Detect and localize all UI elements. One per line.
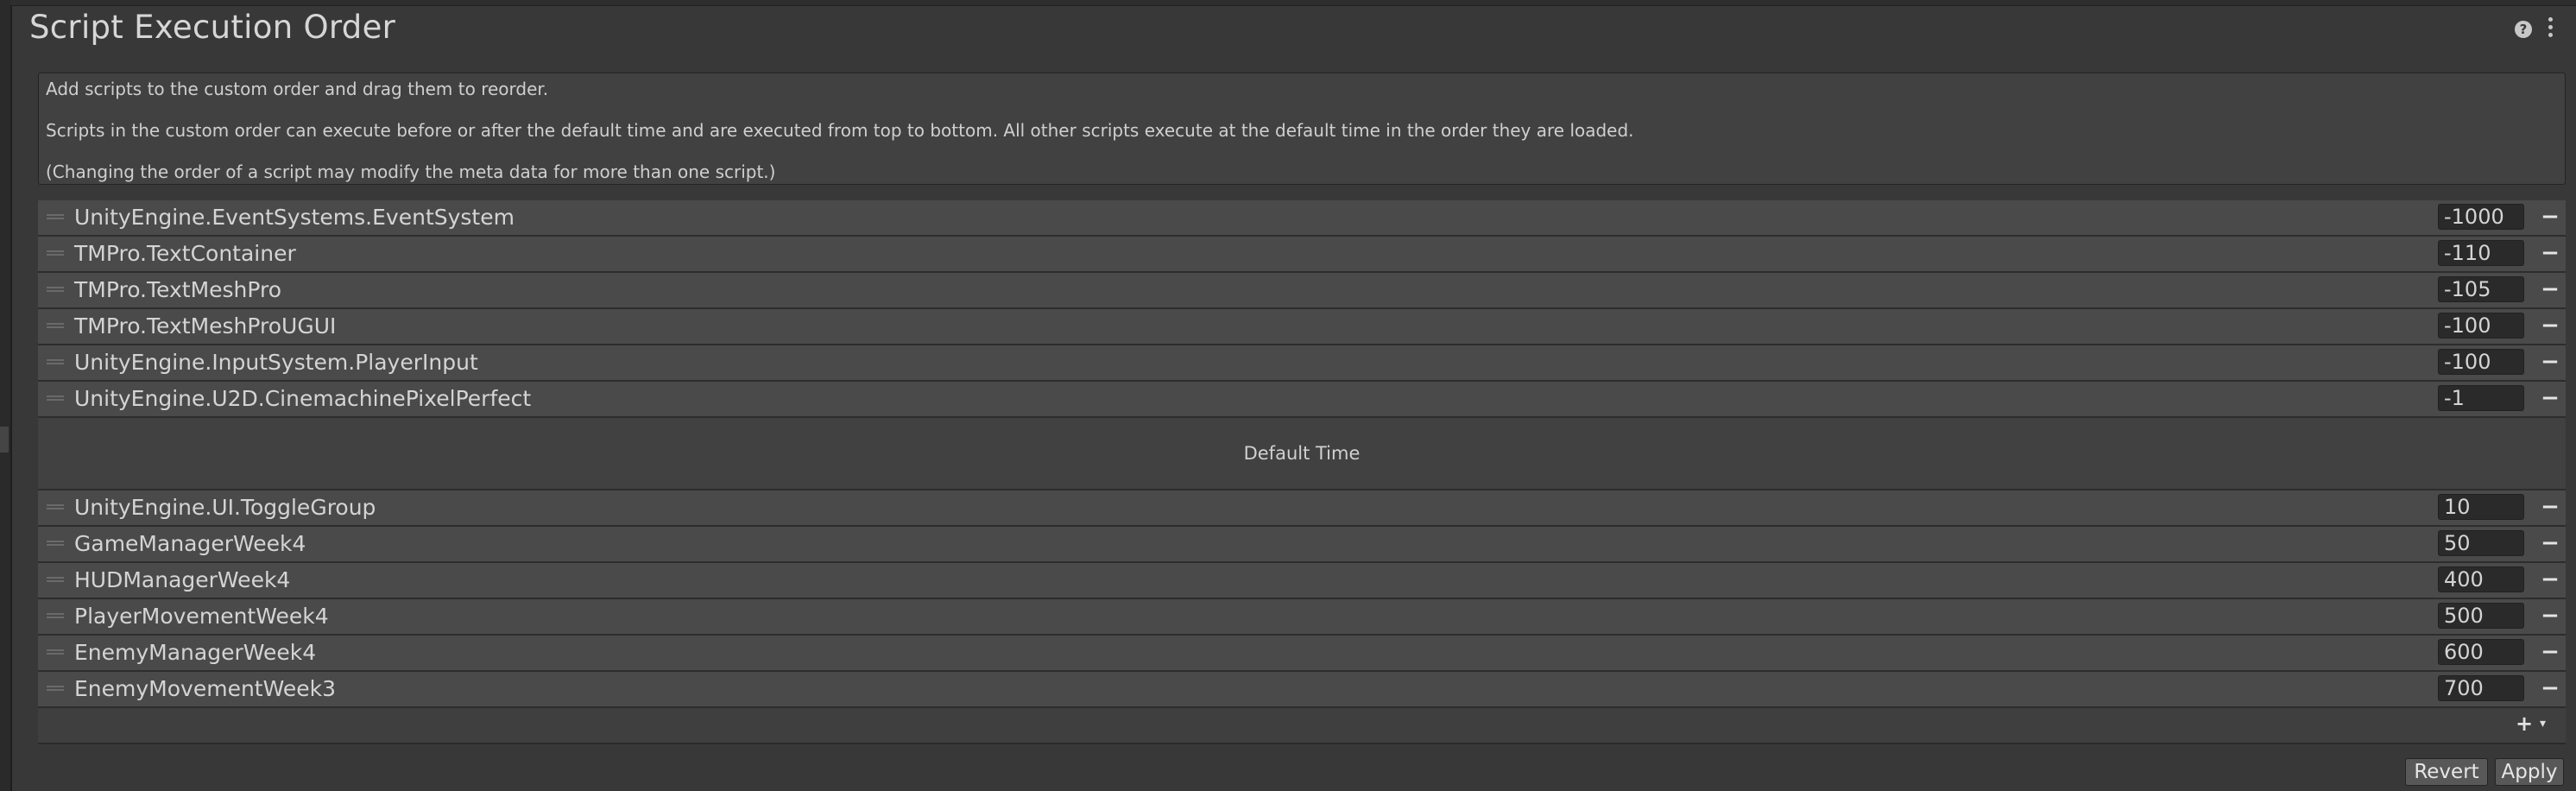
remove-script-button[interactable]: −: [2540, 314, 2560, 338]
script-row[interactable]: TMPro.TextContainer −: [38, 237, 2566, 273]
remove-script-button[interactable]: −: [2540, 278, 2560, 301]
script-row[interactable]: UnityEngine.EventSystems.EventSystem −: [38, 200, 2566, 237]
drag-handle-icon[interactable]: [47, 396, 64, 402]
add-script-button[interactable]: + ▾: [2512, 712, 2559, 737]
script-order-list: UnityEngine.EventSystems.EventSystem−TMP…: [38, 200, 2566, 744]
window-top-bar: [10, 0, 2576, 6]
script-name: EnemyMovementWeek3: [74, 676, 336, 701]
script-name: UnityEngine.InputSystem.PlayerInput: [74, 350, 478, 375]
script-row[interactable]: TMPro.TextMeshProUGUI −: [38, 309, 2566, 345]
execution-order-field[interactable]: [2438, 385, 2524, 411]
execution-order-field[interactable]: [2438, 675, 2524, 701]
script-name: TMPro.TextContainer: [74, 241, 296, 266]
execution-order-field[interactable]: [2438, 639, 2524, 665]
drag-handle-icon[interactable]: [47, 287, 64, 294]
remove-script-button[interactable]: −: [2540, 242, 2560, 265]
execution-order-field[interactable]: [2438, 204, 2524, 230]
script-name: HUDManagerWeek4: [74, 567, 291, 592]
remove-script-button[interactable]: −: [2540, 641, 2560, 664]
script-name: UnityEngine.U2D.CinemachinePixelPerfect: [74, 386, 532, 411]
dropdown-caret-icon: ▾: [2540, 717, 2547, 731]
remove-script-button[interactable]: −: [2540, 496, 2560, 519]
execution-order-field[interactable]: [2438, 276, 2524, 302]
revert-button[interactable]: Revert: [2405, 758, 2488, 786]
script-row[interactable]: TMPro.TextMeshPro −: [38, 273, 2566, 309]
remove-script-button[interactable]: −: [2540, 206, 2560, 229]
description-line: Add scripts to the custom order and drag…: [46, 79, 549, 99]
drag-handle-icon[interactable]: [47, 504, 64, 511]
script-name: TMPro.TextMeshProUGUI: [74, 313, 337, 339]
drag-handle-icon[interactable]: [47, 541, 64, 547]
execution-order-field[interactable]: [2438, 603, 2524, 629]
drag-handle-icon[interactable]: [47, 613, 64, 620]
drag-handle-icon[interactable]: [47, 323, 64, 330]
script-row[interactable]: GameManagerWeek4 −: [38, 527, 2566, 563]
script-row[interactable]: EnemyManagerWeek4 −: [38, 636, 2566, 672]
remove-script-button[interactable]: −: [2540, 604, 2560, 628]
script-row[interactable]: UnityEngine.InputSystem.PlayerInput −: [38, 345, 2566, 382]
script-row[interactable]: PlayerMovementWeek4 −: [38, 599, 2566, 636]
drag-handle-icon[interactable]: [47, 359, 64, 366]
dock-resize-handle[interactable]: [0, 427, 9, 452]
remove-script-button[interactable]: −: [2540, 677, 2560, 700]
script-row[interactable]: EnemyMovementWeek3 −: [38, 672, 2566, 708]
drag-handle-icon[interactable]: [47, 649, 64, 656]
script-name: EnemyManagerWeek4: [74, 640, 317, 665]
drag-handle-icon[interactable]: [47, 577, 64, 584]
remove-script-button[interactable]: −: [2540, 387, 2560, 410]
default-time-divider: Default Time: [38, 418, 2566, 490]
execution-order-field[interactable]: [2438, 240, 2524, 266]
script-row[interactable]: UnityEngine.U2D.CinemachinePixelPerfect −: [38, 382, 2566, 418]
plus-icon: +: [2516, 712, 2534, 736]
kebab-menu-icon[interactable]: [2548, 17, 2554, 41]
execution-order-field[interactable]: [2438, 494, 2524, 520]
script-name: PlayerMovementWeek4: [74, 604, 329, 629]
description-box: Add scripts to the custom order and drag…: [38, 73, 2566, 185]
drag-handle-icon[interactable]: [47, 686, 64, 693]
script-row[interactable]: HUDManagerWeek4 −: [38, 563, 2566, 599]
script-name: UnityEngine.UI.ToggleGroup: [74, 495, 376, 520]
execution-order-field[interactable]: [2438, 349, 2524, 375]
execution-order-field[interactable]: [2438, 313, 2524, 339]
description-line: (Changing the order of a script may modi…: [46, 161, 776, 182]
drag-handle-icon[interactable]: [47, 250, 64, 257]
drag-handle-icon[interactable]: [47, 214, 64, 221]
page-title: Script Execution Order: [29, 9, 396, 46]
execution-order-field[interactable]: [2438, 566, 2524, 592]
remove-script-button[interactable]: −: [2540, 532, 2560, 555]
remove-script-button[interactable]: −: [2540, 568, 2560, 592]
remove-script-button[interactable]: −: [2540, 351, 2560, 374]
script-name: TMPro.TextMeshPro: [74, 277, 282, 302]
script-name: UnityEngine.EventSystems.EventSystem: [74, 205, 515, 230]
apply-button[interactable]: Apply: [2495, 758, 2564, 786]
script-row[interactable]: UnityEngine.UI.ToggleGroup −: [38, 490, 2566, 527]
description-line: Scripts in the custom order can execute …: [46, 120, 1634, 141]
list-footer: + ▾: [38, 708, 2566, 744]
help-icon[interactable]: ?: [2515, 21, 2532, 38]
left-dock-strip: [0, 0, 12, 791]
script-name: GameManagerWeek4: [74, 531, 306, 556]
execution-order-field[interactable]: [2438, 530, 2524, 556]
